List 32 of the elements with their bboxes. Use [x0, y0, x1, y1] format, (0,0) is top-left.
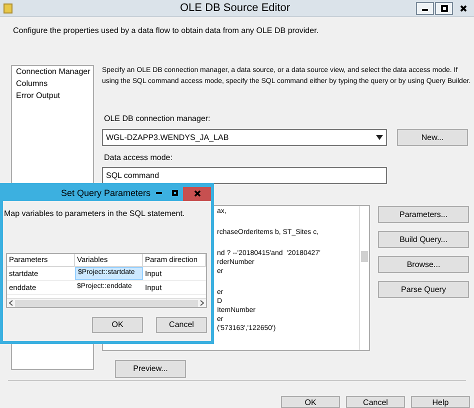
field-label: OLE DB connection manager:	[104, 113, 212, 125]
button[interactable]: Cancel	[156, 317, 207, 333]
description: Configure the properties used by a data flow to obtain data from any OLE DB provider.	[13, 25, 320, 37]
button[interactable]: Browse...	[378, 256, 469, 273]
button[interactable]: Cancel	[346, 396, 405, 408]
button[interactable]: New...	[397, 129, 468, 146]
maximize-button[interactable]	[435, 2, 453, 14]
button[interactable]: Parameters...	[378, 206, 469, 223]
scrollbar[interactable]	[359, 206, 369, 350]
dialog-title: Set Query Parameters	[61, 186, 151, 200]
dropdown-arrow-icon	[376, 135, 383, 140]
button[interactable]: Build Query...	[378, 231, 469, 248]
field-label: Data access mode:	[104, 152, 174, 164]
page-list-item[interactable]: Connection Manager	[16, 67, 93, 77]
button[interactable]: OK	[281, 396, 340, 408]
window-title: OLE DB Source Editor	[180, 0, 290, 16]
close-icon	[460, 4, 466, 12]
close-icon	[194, 190, 200, 197]
minimize-button[interactable]	[416, 2, 434, 14]
access-mode-dropdown[interactable]: SQL command	[102, 167, 387, 184]
close-button[interactable]	[183, 186, 211, 200]
scroll-right-icon[interactable]	[200, 300, 204, 306]
page-list-item[interactable]: Error Output	[16, 91, 93, 101]
window-icon	[3, 2, 13, 14]
button[interactable]: Parse Query	[378, 281, 469, 298]
button[interactable]: Preview...	[115, 360, 186, 378]
horizontal-scrollbar[interactable]	[7, 298, 206, 307]
scroll-left-icon[interactable]	[9, 300, 13, 306]
connection-dropdown[interactable]: WGL-DZAPP3.WENDYS_JA_LAB	[102, 129, 387, 146]
button[interactable]: Help	[411, 396, 470, 408]
button[interactable]: OK	[92, 317, 143, 333]
page-list-item[interactable]: Columns	[16, 79, 93, 89]
